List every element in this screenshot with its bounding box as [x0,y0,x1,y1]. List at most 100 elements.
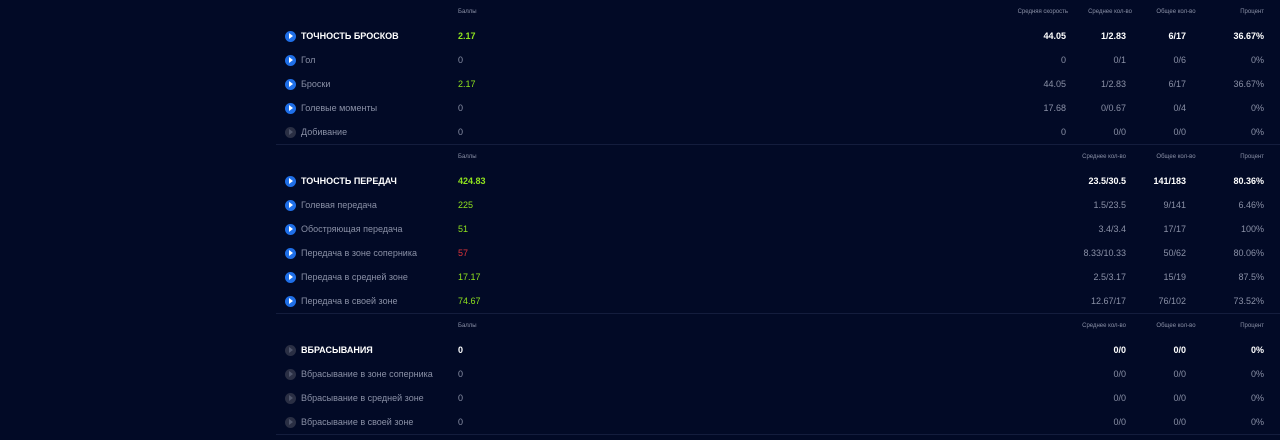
stat-percent: 80.36% [1233,176,1264,186]
stat-percent: 0% [1250,345,1264,355]
stat-main-row[interactable]: ВБРАСЫВАНИЯ 0 0/0 0/0 0% [276,338,1280,362]
stat-score: 2.17 [458,79,476,89]
stat-score: 74.67 [458,296,481,306]
stat-total-count: 15/19 [1163,272,1186,282]
header-avg-count: Среднее кол-во [1088,8,1132,15]
stat-row[interactable]: Добивание 0 0 0/0 0/0 0% [276,120,1280,144]
header-avg-count: Среднее кол-во [1082,153,1126,160]
stat-total-count: 141/183 [1153,176,1186,186]
stat-row[interactable]: Передача в зоне соперника 57 8.33/10.33 … [276,241,1280,265]
stat-percent: 0% [1250,55,1264,65]
stat-total-count: 0/0 [1173,345,1186,355]
header-score: Баллы [458,8,477,15]
stat-label: Передача в зоне соперника [301,248,417,258]
stat-label: ТОЧНОСТЬ БРОСКОВ [301,31,399,41]
stat-label: Броски [301,79,331,89]
stat-label: Голевая передача [301,200,377,210]
stat-main-row[interactable]: ТОЧНОСТЬ БРОСКОВ 2.17 44.05 1/2.83 6/17 … [276,24,1280,48]
stat-score: 57 [458,248,469,258]
stat-total-count: 76/102 [1158,296,1186,306]
stat-total-count: 50/62 [1163,248,1186,258]
header-percent: Процент [1240,8,1264,15]
stat-percent: 0% [1250,127,1264,137]
column-header-row: Баллы Среднее кол-во Общее кол-во Процен… [276,145,1280,169]
play-icon [285,392,296,404]
stat-row[interactable]: Вбрасывание в своей зоне 0 0/0 0/0 0% [276,410,1280,434]
stat-score: 225 [458,200,474,210]
stat-score: 0 [458,345,464,355]
stat-percent: 0% [1250,369,1264,379]
stat-score: 0 [458,55,464,65]
header-avg-speed: Средняя скорость [1017,8,1068,15]
stat-percent: 0% [1250,393,1264,403]
stat-total-count: 0/0 [1173,127,1186,137]
section-faceoffs: Баллы Среднее кол-во Общее кол-во Процен… [276,314,1280,435]
stat-row[interactable]: Передача в своей зоне 74.67 12.67/17 76/… [276,289,1280,313]
section-shot-accuracy: Баллы Средняя скорость Среднее кол-во Об… [276,0,1280,145]
section-pass-accuracy: Баллы Среднее кол-во Общее кол-во Процен… [276,145,1280,314]
stat-total-count: 0/6 [1173,55,1186,65]
header-percent: Процент [1240,322,1264,329]
play-icon[interactable] [285,247,296,259]
stat-row[interactable]: Вбрасывание в средней зоне 0 0/0 0/0 0% [276,386,1280,410]
stat-percent: 0% [1250,417,1264,427]
stat-total-count: 0/4 [1173,103,1186,113]
column-header-row: Баллы Среднее кол-во Общее кол-во Процен… [276,314,1280,338]
stat-score: 0 [458,369,464,379]
stat-label: Обостряющая передача [301,224,403,234]
stat-total-count: 6/17 [1168,79,1186,89]
play-icon[interactable] [285,295,296,307]
header-percent: Процент [1240,153,1264,160]
stat-label: Гол [301,55,316,65]
play-icon [285,344,296,356]
stat-score: 0 [458,417,464,427]
stat-percent: 73.52% [1233,296,1264,306]
stat-percent: 36.67% [1233,79,1264,89]
stat-score: 0 [458,103,464,113]
stat-label: Вбрасывание в своей зоне [301,417,414,427]
stat-percent: 6.46% [1238,200,1264,210]
stat-total-count: 9/141 [1163,200,1186,210]
play-icon[interactable] [285,78,296,90]
stat-score: 0 [458,393,464,403]
stat-percent: 100% [1240,224,1264,234]
header-score: Баллы [458,322,477,329]
play-icon[interactable] [285,54,296,66]
stat-row[interactable]: Голевая передача 225 1.5/23.5 9/141 6.46… [276,193,1280,217]
stat-score: 424.83 [458,176,486,186]
stat-row[interactable]: Передача в средней зоне 17.17 2.5/3.17 1… [276,265,1280,289]
column-header-row: Баллы Средняя скорость Среднее кол-во Об… [276,0,1280,24]
stat-score: 2.17 [458,31,476,41]
stat-percent: 80.06% [1233,248,1264,258]
stat-label: Вбрасывание в средней зоне [301,393,424,403]
stat-score: 51 [458,224,469,234]
stat-main-row[interactable]: ТОЧНОСТЬ ПЕРЕДАЧ 424.83 23.5/30.5 141/18… [276,169,1280,193]
play-icon[interactable] [285,199,296,211]
stat-row[interactable]: Гол 0 0 0/1 0/6 0% [276,48,1280,72]
play-icon[interactable] [285,102,296,114]
stats-table: Баллы Средняя скорость Среднее кол-во Об… [276,0,1280,435]
stat-row[interactable]: Голевые моменты 0 17.68 0/0.67 0/4 0% [276,96,1280,120]
play-icon [285,368,296,380]
stat-total-count: 0/0 [1173,417,1186,427]
stat-row[interactable]: Обостряющая передача 51 3.4/3.4 17/17 10… [276,217,1280,241]
stat-row[interactable]: Броски 2.17 44.05 1/2.83 6/17 36.67% [276,72,1280,96]
play-icon[interactable] [285,175,296,187]
stat-label: Вбрасывание в зоне соперника [301,369,433,379]
stat-total-count: 6/17 [1168,31,1186,41]
play-icon[interactable] [285,271,296,283]
stat-label: ВБРАСЫВАНИЯ [301,345,373,355]
play-icon [285,416,296,428]
header-score: Баллы [458,153,477,160]
play-icon[interactable] [285,223,296,235]
stat-total-count: 0/0 [1173,369,1186,379]
stat-score: 17.17 [458,272,481,282]
stat-label: Голевые моменты [301,103,378,113]
stat-row[interactable]: Вбрасывание в зоне соперника 0 0/0 0/0 0… [276,362,1280,386]
stat-label: Передача в средней зоне [301,272,408,282]
stat-label: Передача в своей зоне [301,296,398,306]
play-icon[interactable] [285,30,296,42]
stat-score: 0 [458,127,464,137]
stat-total-count: 17/17 [1163,224,1186,234]
stat-percent: 87.5% [1238,272,1264,282]
